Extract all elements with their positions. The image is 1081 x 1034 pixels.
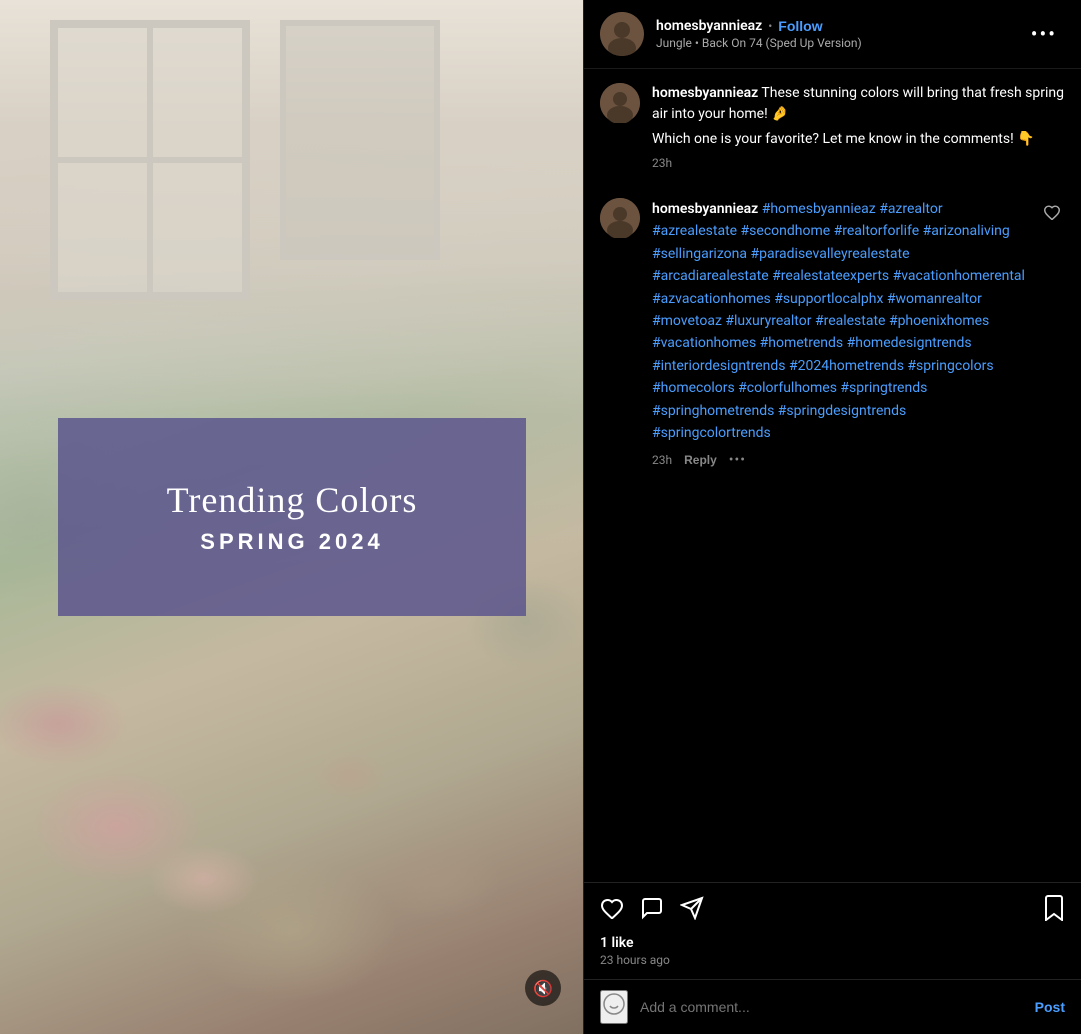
trending-banner: Trending Colors SPRING 2024 [58,418,526,616]
comment-avatar-main [600,83,640,123]
action-icons [600,895,1065,927]
video-panel: Trending Colors SPRING 2024 🔇 [0,0,583,1034]
header-avatar [600,12,644,56]
action-bar: 1 like 23 hours ago [584,882,1081,979]
hashtags-text: #homesbyannieaz #azrealtor #azrealestate… [652,201,1025,441]
comment-more-button[interactable]: ••• [729,452,746,468]
header-top: homesbyannieaz • Follow [656,18,1023,34]
bookmark-icon[interactable] [1043,895,1065,927]
comment-text-hashtags: homesbyannieaz #homesbyannieaz #azrealto… [652,198,1027,444]
mute-button[interactable]: 🔇 [525,970,561,1006]
add-comment-bar: Post [584,979,1081,1034]
post-header: homesbyannieaz • Follow Jungle • Back On… [584,0,1081,69]
like-icon[interactable] [600,897,624,925]
mute-icon: 🔇 [533,979,553,998]
song-info: Jungle • Back On 74 (Sped Up Version) [656,36,1023,50]
reply-button[interactable]: Reply [684,453,717,467]
comment-text-main: homesbyannieaz These stunning colors wil… [652,83,1065,125]
comment-body-main: homesbyannieaz These stunning colors wil… [652,83,1065,170]
likes-count: 1 like [600,935,1065,951]
trending-subtitle: SPRING 2024 [200,529,383,555]
comment-avatar-hashtags [600,198,640,238]
comment-body-hashtags: homesbyannieaz #homesbyannieaz #azrealto… [652,198,1027,468]
share-icon[interactable] [680,896,704,926]
window-area [0,0,583,420]
comment-input[interactable] [640,999,1023,1015]
post-time: 23 hours ago [600,953,1065,967]
likes-info: 1 like 23 hours ago [600,935,1065,967]
comment-extra-text: Which one is your favorite? Let me know … [652,129,1065,150]
window-frame-right [280,20,440,260]
follow-button[interactable]: Follow [778,18,822,34]
comment-item-hashtags: homesbyannieaz #homesbyannieaz #azrealto… [584,184,1081,482]
dot-separator: • [768,19,772,33]
video-background: Trending Colors SPRING 2024 🔇 [0,0,583,1034]
emoji-button[interactable] [600,990,628,1024]
comment-time-main: 23h [652,156,1065,170]
window-frame-left [50,20,250,300]
comment-item-main: homesbyannieaz These stunning colors wil… [584,69,1081,184]
comments-section[interactable]: homesbyannieaz These stunning colors wil… [584,69,1081,882]
header-info: homesbyannieaz • Follow Jungle • Back On… [656,18,1023,50]
comment-icon[interactable] [640,896,664,926]
comment-like-button[interactable] [1039,200,1065,229]
right-panel: homesbyannieaz • Follow Jungle • Back On… [583,0,1081,1034]
post-comment-button[interactable]: Post [1035,999,1065,1015]
header-username: homesbyannieaz [656,18,762,34]
comment-actions-hashtags: 23h Reply ••• [652,452,1027,468]
hashtag-comment-time: 23h [652,453,672,467]
comment-username-hashtags: homesbyannieaz [652,201,758,217]
trending-title: Trending Colors [167,479,418,521]
comment-username-main: homesbyannieaz [652,85,758,101]
more-options-button[interactable]: ••• [1023,18,1065,50]
